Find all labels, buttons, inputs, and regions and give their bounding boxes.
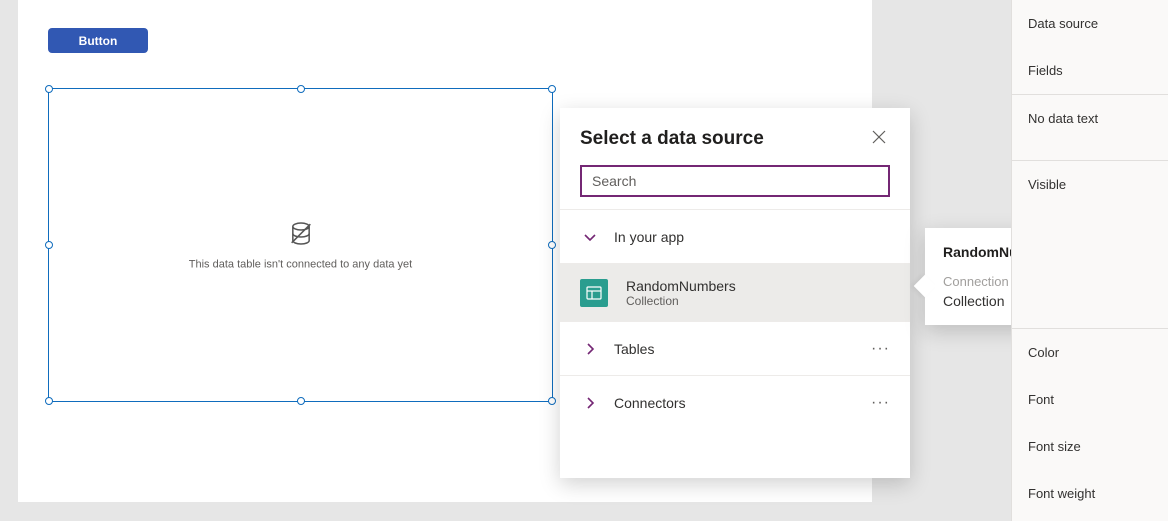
close-icon bbox=[872, 131, 886, 147]
prop-no-data-text[interactable]: No data text bbox=[1012, 95, 1168, 142]
button-label: Button bbox=[79, 34, 118, 48]
resize-handle-bm[interactable] bbox=[297, 397, 305, 405]
resize-handle-tl[interactable] bbox=[45, 85, 53, 93]
prop-visible[interactable]: Visible bbox=[1012, 161, 1168, 208]
resize-handle-bl[interactable] bbox=[45, 397, 53, 405]
canvas-button-control[interactable]: Button bbox=[48, 28, 148, 53]
data-source-item-randomnumbers[interactable]: RandomNumbers Collection bbox=[560, 264, 910, 322]
section-tables[interactable]: Tables ··· bbox=[560, 322, 910, 376]
section-connectors[interactable]: Connectors ··· bbox=[560, 376, 910, 430]
item-name: RandomNumbers bbox=[626, 278, 736, 294]
item-subtitle: Collection bbox=[626, 294, 890, 308]
datatable-empty-text: This data table isn't connected to any d… bbox=[49, 259, 552, 271]
prop-color[interactable]: Color bbox=[1012, 329, 1168, 376]
prop-font[interactable]: Font bbox=[1012, 376, 1168, 423]
panel-title: Select a data source bbox=[580, 128, 764, 150]
section-label: Tables bbox=[614, 341, 871, 357]
properties-panel: Data source Fields No data text Visible … bbox=[1011, 0, 1168, 521]
more-button[interactable]: ··· bbox=[871, 340, 890, 358]
section-label: In your app bbox=[614, 229, 890, 245]
datatable-control-selected[interactable]: This data table isn't connected to any d… bbox=[48, 88, 553, 402]
search-input[interactable] bbox=[580, 165, 890, 197]
resize-handle-tm[interactable] bbox=[297, 85, 305, 93]
section-label: Connectors bbox=[614, 395, 871, 411]
resize-handle-br[interactable] bbox=[548, 397, 556, 405]
prop-font-weight[interactable]: Font weight bbox=[1012, 470, 1168, 517]
chevron-down-icon bbox=[580, 230, 600, 244]
chevron-right-icon bbox=[580, 342, 600, 356]
prop-data-source[interactable]: Data source bbox=[1012, 0, 1168, 47]
prop-fields[interactable]: Fields bbox=[1012, 47, 1168, 94]
database-empty-icon bbox=[287, 220, 315, 251]
select-data-source-panel: Select a data source In your app bbox=[560, 108, 910, 478]
collection-icon bbox=[580, 279, 608, 307]
more-button[interactable]: ··· bbox=[871, 394, 890, 412]
resize-handle-tr[interactable] bbox=[548, 85, 556, 93]
prop-font-size[interactable]: Font size bbox=[1012, 423, 1168, 470]
close-panel-button[interactable] bbox=[868, 126, 890, 151]
item-label: RandomNumbers Collection bbox=[626, 278, 890, 308]
section-in-your-app[interactable]: In your app bbox=[560, 210, 910, 264]
chevron-right-icon bbox=[580, 396, 600, 410]
datatable-empty-state: This data table isn't connected to any d… bbox=[49, 220, 552, 271]
